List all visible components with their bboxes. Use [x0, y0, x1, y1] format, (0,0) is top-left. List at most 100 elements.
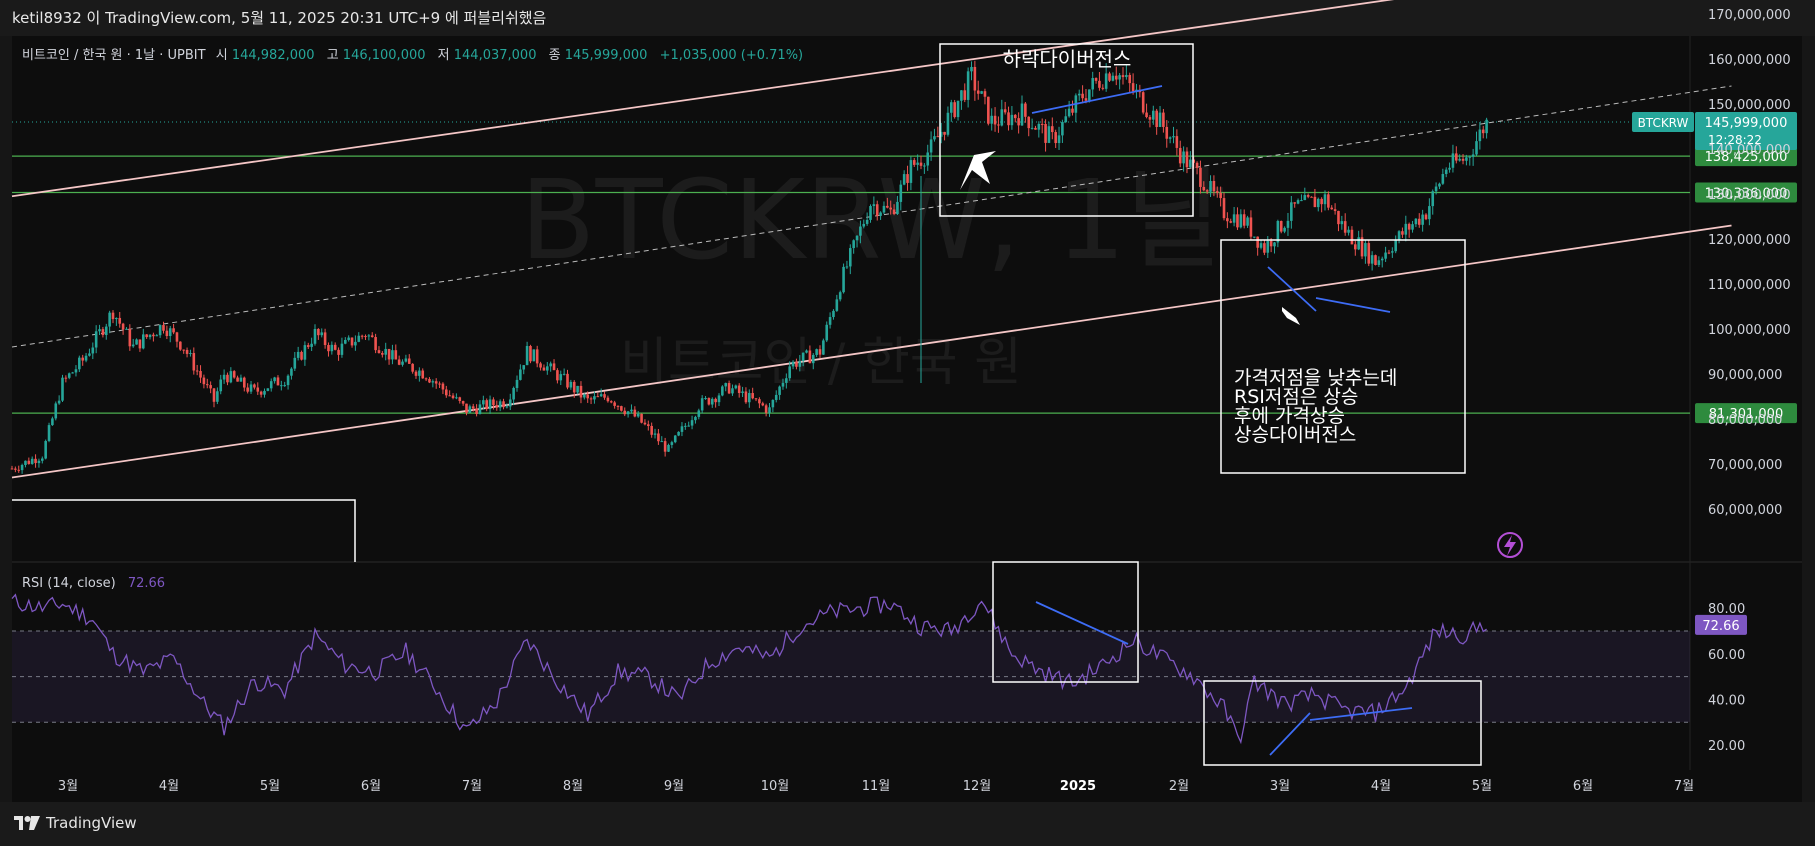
candle-body	[855, 235, 859, 241]
candle-body	[1071, 108, 1074, 113]
candle-body	[1347, 229, 1350, 233]
candle-body	[57, 400, 61, 404]
candle-body	[950, 102, 953, 113]
candle-body	[1232, 214, 1236, 223]
candle-body	[694, 416, 697, 421]
candle-body	[162, 325, 165, 331]
candle-body	[943, 131, 946, 135]
candle-body	[593, 396, 596, 400]
candle-body	[667, 444, 670, 452]
rsi-tick-label: 40.00	[1708, 693, 1745, 708]
price-tick-label: 90,000,000	[1708, 368, 1782, 383]
candle-body	[1380, 258, 1384, 261]
candle-body	[785, 378, 788, 383]
candle-body	[727, 383, 731, 394]
candle-body	[1024, 103, 1027, 117]
candle-body	[623, 410, 627, 415]
time-tick-label: 6월	[1573, 779, 1593, 794]
candle-body	[1424, 214, 1428, 220]
candle-body	[990, 115, 993, 124]
candle-body	[1448, 167, 1451, 170]
footer-bar	[0, 802, 1815, 846]
candle-body	[1256, 236, 1259, 248]
candle-body	[1431, 191, 1435, 207]
candle-body	[492, 399, 495, 406]
candle-body	[1394, 240, 1397, 252]
candle-body	[751, 393, 754, 399]
candle-body	[859, 226, 862, 236]
change-value: +1,035,000 (+0.71%)	[660, 48, 804, 63]
candle-body	[185, 349, 189, 354]
candle-body	[1141, 92, 1145, 113]
candle-body	[1357, 237, 1360, 250]
candle-body	[354, 341, 357, 346]
candle-body	[603, 394, 606, 398]
candle-body	[583, 394, 586, 398]
candle-body	[771, 399, 775, 408]
candle-body	[1121, 75, 1125, 78]
candle-body	[1098, 80, 1101, 88]
candle-body	[690, 420, 694, 426]
candle-body	[367, 335, 371, 337]
candle-body	[1064, 116, 1068, 123]
time-tick-label: 7월	[462, 779, 482, 794]
candle-body	[1286, 220, 1290, 228]
candle-body	[205, 384, 209, 386]
lightning-icon[interactable]	[1497, 532, 1523, 558]
candle-body	[1101, 87, 1105, 89]
candle-body	[987, 96, 990, 124]
candle-body	[1333, 209, 1337, 211]
candle-body	[1293, 202, 1296, 204]
candle-body	[364, 336, 367, 338]
candle-body	[552, 363, 556, 371]
candle-body	[1414, 218, 1418, 225]
chart-canvas[interactable]: BTCKRW, 1날 비트코인 / 한국 원 138,425,000130,33…	[0, 0, 1815, 802]
candle-body	[546, 366, 549, 371]
candle-body	[576, 385, 579, 393]
candle-body	[209, 385, 212, 389]
candle-body	[10, 468, 14, 470]
close-value: 145,999,000	[565, 48, 648, 63]
candle-body	[980, 91, 983, 94]
time-tick-label: 5월	[260, 779, 280, 794]
price-tick-label: 150,000,000	[1708, 98, 1791, 113]
ticker-tag-label: BTCKRW	[1638, 116, 1689, 130]
candle-body	[1215, 191, 1219, 193]
candle-body	[41, 458, 44, 461]
tradingview-brand[interactable]: TradingView	[14, 814, 137, 832]
candle-body	[327, 345, 330, 352]
candle-body	[963, 90, 967, 100]
time-tick-label: 4월	[159, 779, 179, 794]
candle-body	[1017, 118, 1020, 126]
candle-body	[872, 204, 876, 207]
candle-body	[111, 312, 115, 320]
candle-body	[653, 433, 657, 435]
candle-body	[505, 406, 509, 408]
candle-body	[1421, 214, 1424, 225]
candle-body	[407, 358, 411, 364]
rsi-tick-label: 60.00	[1708, 648, 1745, 663]
candle-body	[778, 386, 781, 395]
candle-body	[1030, 127, 1034, 129]
candle-body	[387, 348, 391, 360]
candle-body	[781, 382, 785, 387]
candle-body	[222, 374, 226, 380]
candle-body	[572, 381, 576, 393]
watermark-ticker: BTCKRW, 1날	[520, 156, 1227, 284]
candle-body	[889, 207, 892, 210]
candle-body	[471, 406, 475, 409]
candle-body	[64, 377, 68, 379]
candle-body	[88, 353, 91, 356]
candle-body	[1441, 174, 1445, 184]
candle-body	[559, 374, 563, 381]
candle-body	[808, 350, 812, 364]
candle-body	[562, 373, 566, 375]
last-price-label: 145,999,000	[1705, 116, 1788, 131]
candle-body	[30, 458, 34, 464]
candle-body	[438, 383, 441, 385]
candle-body	[1158, 112, 1162, 128]
candle-body	[397, 359, 401, 365]
candle-body	[192, 353, 196, 371]
price-tick-label: 140,000,000	[1708, 143, 1791, 158]
candle-body	[923, 165, 926, 167]
